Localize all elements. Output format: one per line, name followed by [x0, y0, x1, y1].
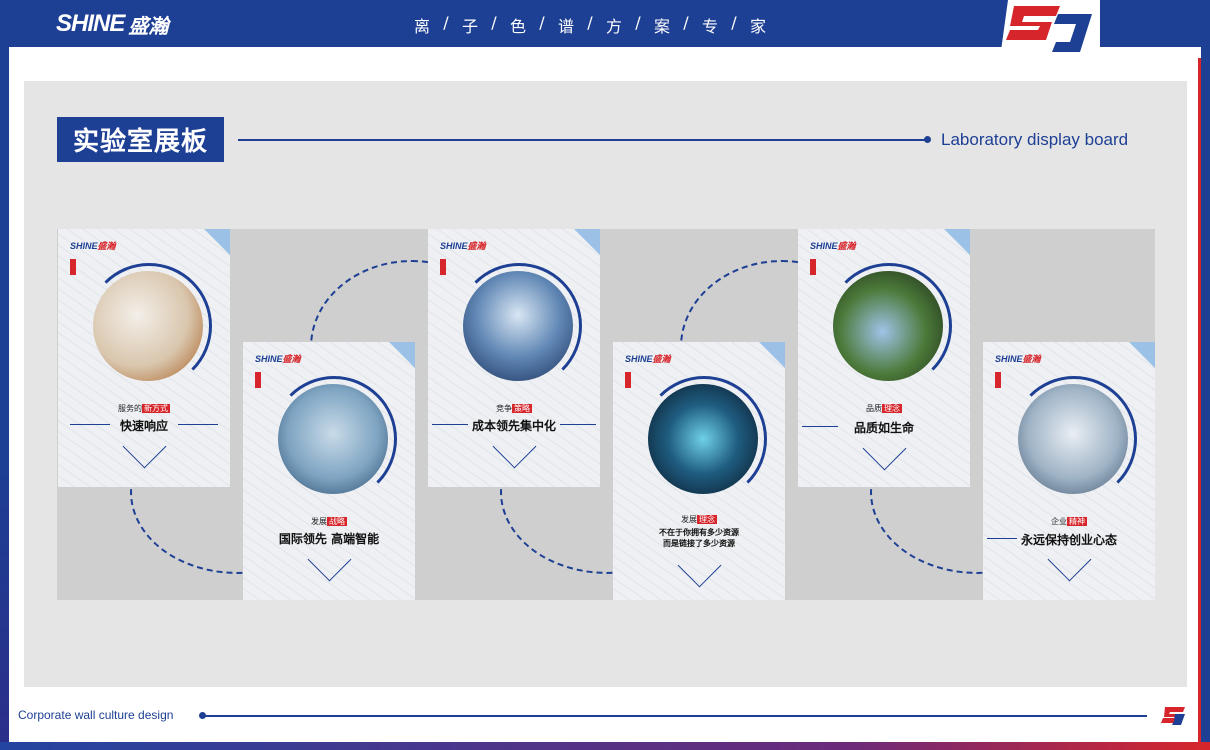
title-divider-dot	[924, 136, 931, 143]
tagline-char: 离	[413, 17, 430, 36]
tagline-char: 子	[461, 17, 478, 36]
tagline-sep: /	[491, 13, 497, 32]
corner-triangle	[1129, 342, 1155, 368]
board-kicker: 竞争 策略	[496, 404, 532, 413]
board-title-line-1: 不在于你拥有多少资源	[659, 528, 739, 537]
tagline-char: 方	[605, 17, 622, 36]
board-logo: SHINE盛瀚	[995, 354, 1041, 364]
corner-logo-icon	[1000, 0, 1100, 58]
header-tagline: 离 / 子 / 色 / 谱 / 方 / 案 / 专 / 家	[410, 13, 770, 37]
corner-triangle	[574, 229, 600, 255]
left-border	[0, 47, 9, 750]
board-logo: SHINE盛瀚	[625, 354, 671, 364]
tagline-char: 家	[749, 17, 766, 36]
red-tag	[440, 259, 446, 275]
display-board-5[interactable]: SHINE盛瀚 品质 理念 品质如生命	[798, 229, 970, 487]
brand-name-cn: 盛瀚	[128, 13, 169, 38]
bottom-border	[0, 742, 1210, 750]
footer-divider	[201, 715, 1147, 717]
footer-caption: Corporate wall culture design	[18, 708, 174, 722]
board-logo: SHINE盛瀚	[70, 241, 116, 251]
tagline-sep: /	[635, 13, 641, 32]
board-photo	[278, 384, 388, 494]
board-kicker: 发展 理念	[681, 515, 717, 524]
board-logo: SHINE盛瀚	[440, 241, 486, 251]
tagline-sep: /	[539, 13, 545, 32]
tagline-sep: /	[683, 13, 689, 32]
section-title: 实验室展板	[57, 117, 224, 162]
brand-logo[interactable]: SHINE 盛瀚	[56, 10, 168, 38]
red-tag	[70, 259, 76, 275]
display-board-4[interactable]: SHINE盛瀚 发展 理念 不在于你拥有多少资源 而是链接了多少资源	[613, 342, 785, 600]
board-logo: SHINE盛瀚	[255, 354, 301, 364]
corner-triangle	[759, 342, 785, 368]
board-logo: SHINE盛瀚	[810, 241, 856, 251]
tagline-char: 专	[701, 17, 718, 36]
board-photo	[1018, 384, 1128, 494]
board-kicker: 品质 理念	[866, 404, 902, 413]
tagline-sep: /	[587, 13, 593, 32]
red-tag	[625, 372, 631, 388]
display-board-3[interactable]: SHINE盛瀚 竞争 策略 成本领先集中化	[428, 229, 600, 487]
display-board-6[interactable]: SHINE盛瀚 企业 精神 永远保持创业心态	[983, 342, 1155, 600]
title-divider	[238, 139, 928, 141]
corner-triangle	[389, 342, 415, 368]
brand-name-en: SHINE	[56, 10, 125, 37]
section-title-en: Laboratory display board	[941, 130, 1129, 149]
board-photo	[648, 384, 758, 494]
tagline-sep: /	[731, 13, 737, 32]
corner-triangle	[944, 229, 970, 255]
red-tag	[810, 259, 816, 275]
board-kicker: 服务的 新方式	[118, 404, 170, 413]
red-tag	[255, 372, 261, 388]
display-board-1[interactable]: SHINE盛瀚 服务的 新方式 快速响应	[58, 229, 230, 487]
board-photo	[463, 271, 573, 381]
tagline-char: 谱	[557, 17, 574, 36]
tagline-char: 色	[509, 17, 526, 36]
board-kicker: 企业 精神	[1051, 517, 1087, 526]
board-photo	[833, 271, 943, 381]
right-border	[1201, 47, 1210, 750]
footer-logo-icon	[1161, 707, 1185, 725]
corner-triangle	[204, 229, 230, 255]
board-kicker: 发展 战略	[311, 517, 347, 526]
tagline-char: 案	[653, 17, 670, 36]
display-board-2[interactable]: SHINE盛瀚 发展 战略 国际领先 高端智能	[243, 342, 415, 600]
red-tag	[995, 372, 1001, 388]
tagline-sep: /	[443, 13, 449, 32]
board-photo	[93, 271, 203, 381]
